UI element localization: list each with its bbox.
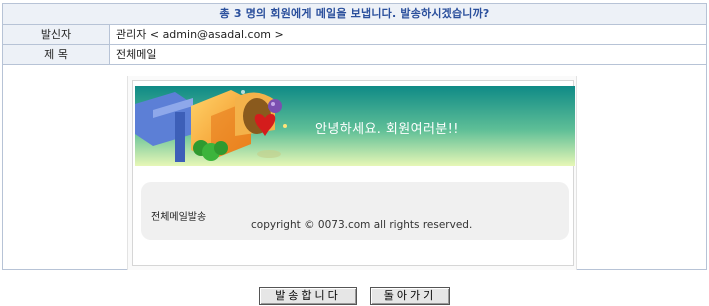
mail-body-text: 전체메일발송 <box>151 212 207 223</box>
mail-banner: 안녕하세요. 회원여러분!! <box>135 86 575 166</box>
mail-preview-paper: 안녕하세요. 회원여러분!! 전체메일발송 copyright © 0073.c… <box>132 80 575 266</box>
sender-label: 발신자 <box>3 25 110 44</box>
copyright-text: copyright © 0073.com all rights reserved… <box>251 219 473 231</box>
confirm-title: 총 3 명의 회원에게 메일을 보냅니다. 발송하시겠습니까? <box>3 4 706 25</box>
sender-row: 발신자 관리자 < admin@asadal.com > <box>3 25 706 45</box>
send-button[interactable]: 발송합니다 <box>259 287 357 305</box>
subject-label: 제 목 <box>3 45 110 64</box>
subject-row: 제 목 전체메일 <box>3 45 706 65</box>
banner-greeting: 안녕하세요. 회원여러분!! <box>315 122 459 137</box>
subject-value: 전체메일 <box>116 48 157 61</box>
mail-preview: 안녕하세요. 회원여러분!! 전체메일발송 copyright © 0073.c… <box>127 76 577 270</box>
back-button[interactable]: 돌아가기 <box>370 287 450 305</box>
sender-value: 관리자 < admin@asadal.com > <box>116 28 284 41</box>
mail-body: 전체메일발송 copyright © 0073.com all rights r… <box>141 182 569 240</box>
